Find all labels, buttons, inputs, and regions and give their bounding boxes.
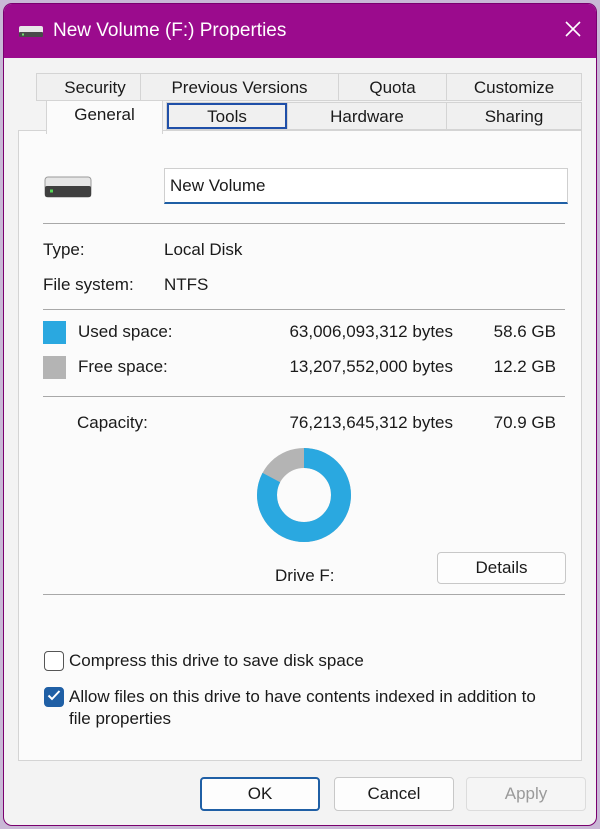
title-bar: New Volume (F:) Properties (4, 4, 596, 58)
used-space-size: 58.6 GB (493, 322, 556, 341)
tab-previous-versions[interactable]: Previous Versions (140, 73, 339, 101)
capacity-bytes: 76,213,645,312 bytes (289, 413, 453, 432)
window-title: New Volume (F:) Properties (53, 20, 287, 41)
tab-sharing[interactable]: Sharing (446, 102, 582, 130)
volume-name-input[interactable] (164, 168, 568, 204)
tab-security[interactable]: Security (36, 73, 154, 101)
compress-checkbox[interactable] (44, 651, 64, 671)
capacity-label: Capacity: (77, 413, 148, 432)
separator (43, 309, 565, 310)
general-panel: Type: Local Disk File system: NTFS Used … (18, 130, 582, 761)
free-space-bytes: 13,207,552,000 bytes (289, 357, 453, 376)
properties-dialog: New Volume (F:) Properties Security Prev… (4, 4, 596, 825)
tab-quota[interactable]: Quota (338, 73, 447, 101)
ok-button[interactable]: OK (200, 777, 320, 811)
file-system-label: File system: (43, 275, 134, 294)
type-label: Type: (43, 240, 85, 259)
separator (43, 396, 565, 397)
separator (43, 594, 565, 595)
tab-customize[interactable]: Customize (446, 73, 582, 101)
index-label-line2: file properties (69, 709, 172, 728)
type-value: Local Disk (164, 240, 243, 259)
tab-hardware[interactable]: Hardware (287, 102, 447, 130)
index-label-line1: Allow files on this drive to have conten… (69, 687, 536, 706)
capacity-size: 70.9 GB (493, 413, 556, 432)
close-icon (564, 20, 582, 43)
used-space-bytes: 63,006,093,312 bytes (289, 322, 453, 341)
separator (43, 223, 565, 224)
drive-icon (18, 23, 44, 39)
free-space-size: 12.2 GB (493, 357, 556, 376)
checkmark-icon (47, 688, 61, 706)
index-checkbox[interactable] (44, 687, 64, 707)
drive-label: Drive F: (275, 566, 335, 585)
apply-button[interactable]: Apply (466, 777, 586, 811)
compress-label: Compress this drive to save disk space (69, 651, 364, 670)
drive-usage-donut (257, 448, 351, 542)
tab-general[interactable]: General (46, 100, 163, 134)
hard-drive-icon (44, 176, 92, 198)
details-button[interactable]: Details (437, 552, 566, 584)
used-space-swatch (43, 321, 66, 344)
file-system-value: NTFS (164, 275, 209, 294)
cancel-button[interactable]: Cancel (334, 777, 454, 811)
free-space-swatch (43, 356, 66, 379)
free-space-label: Free space: (78, 357, 168, 376)
used-space-label: Used space: (78, 322, 173, 341)
close-button[interactable] (550, 4, 596, 58)
tab-tools[interactable]: Tools (166, 102, 288, 130)
